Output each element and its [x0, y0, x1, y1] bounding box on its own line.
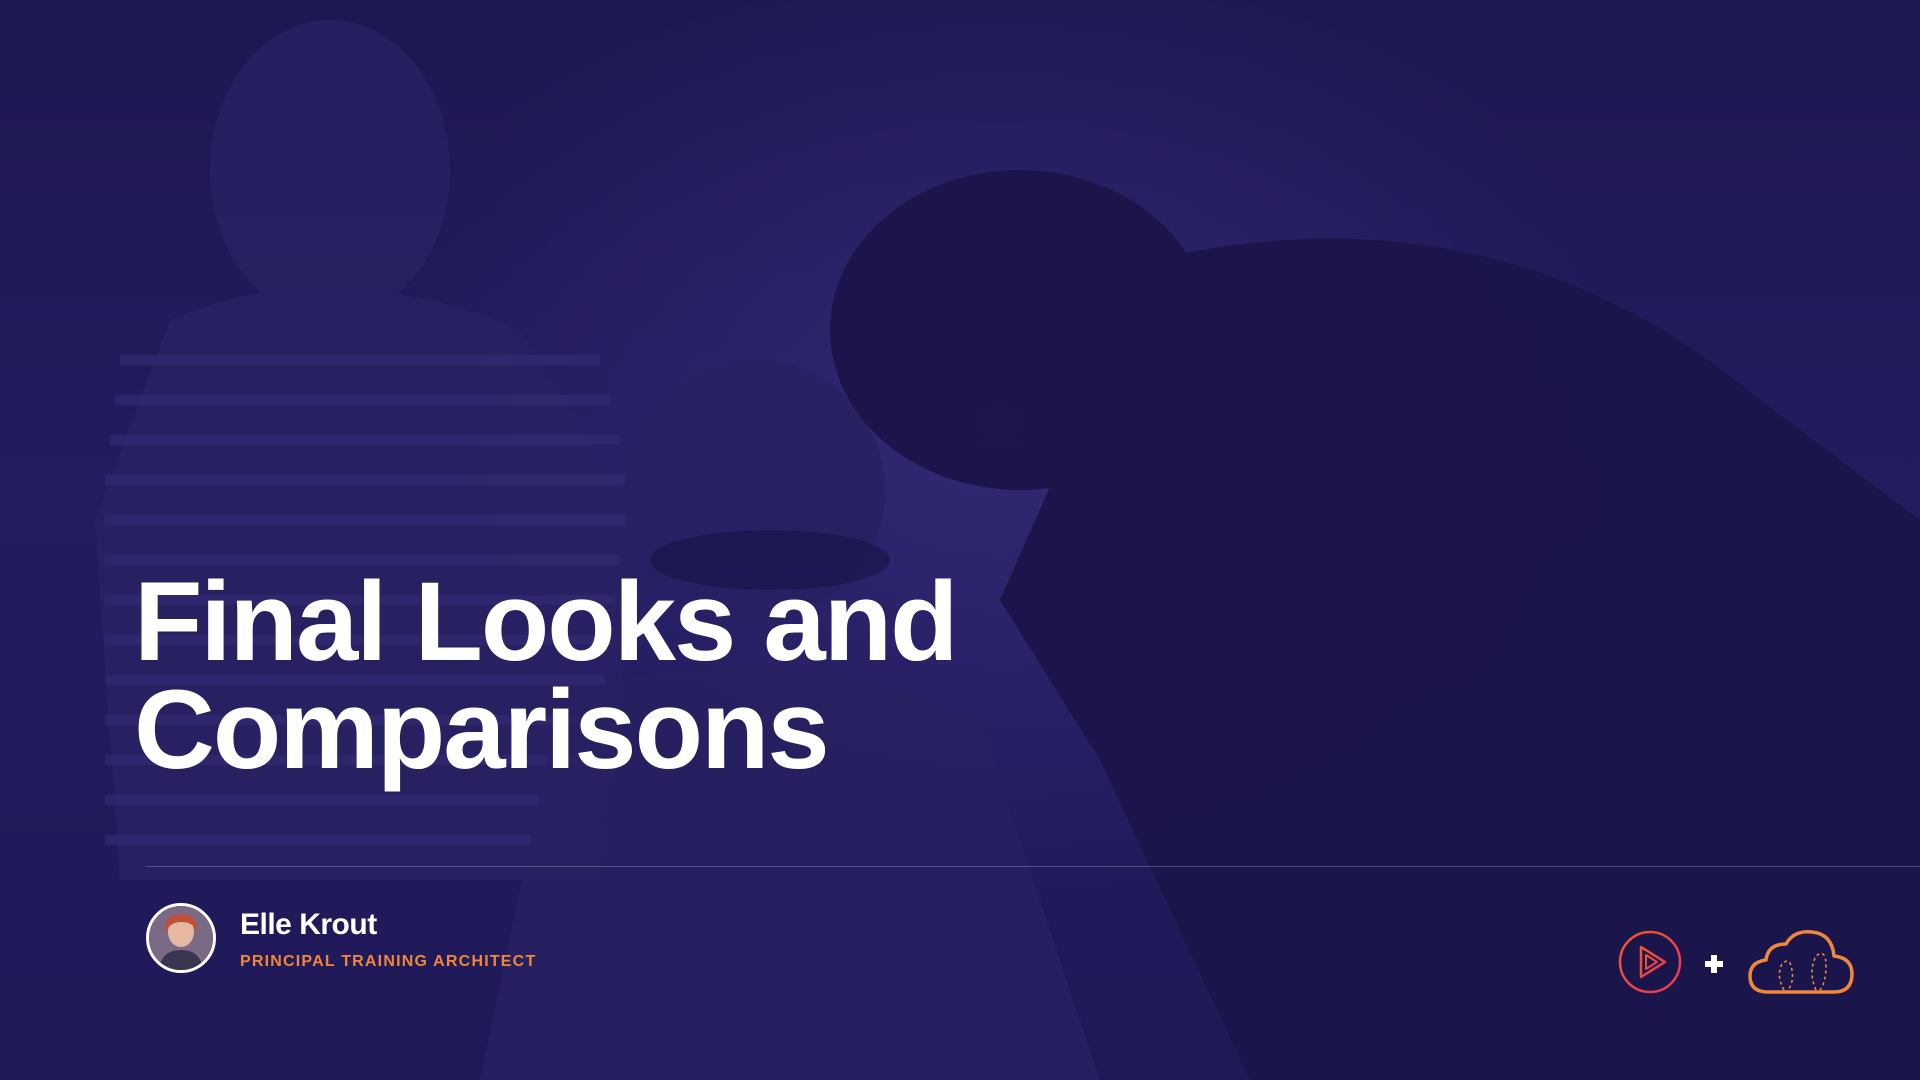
title-slide: Final Looks and Comparisons Elle Krout P…	[0, 0, 1920, 1080]
footer-divider	[146, 866, 1920, 867]
title-line-1: Final Looks and	[134, 559, 959, 684]
play-logo-icon	[1618, 930, 1682, 994]
cloud-logo-icon	[1748, 930, 1854, 994]
plus-icon	[1705, 955, 1723, 973]
presenter-name: Elle Krout	[240, 908, 377, 941]
presenter-avatar	[146, 903, 216, 973]
title-line-2: Comparisons	[134, 667, 830, 792]
presenter-role: PRINCIPAL TRAINING ARCHITECT	[240, 953, 537, 970]
slide-title: Final Looks and Comparisons	[134, 559, 959, 792]
